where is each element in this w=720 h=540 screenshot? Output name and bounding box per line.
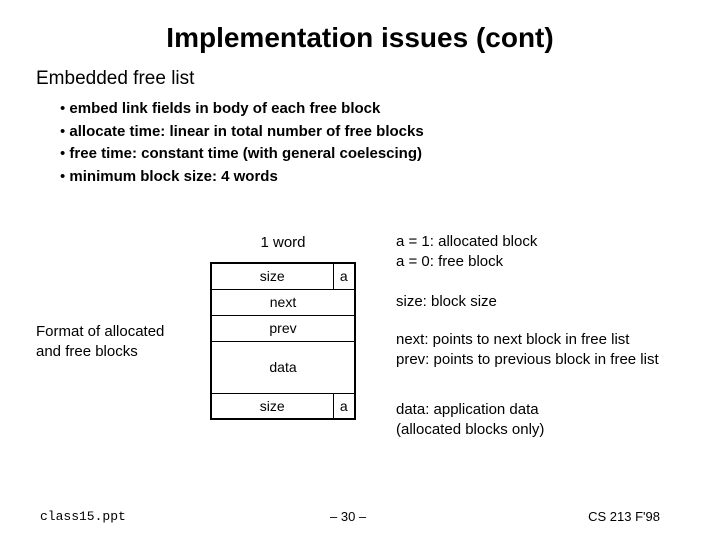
- prev-legend: prev: points to previous block in free l…: [396, 350, 659, 370]
- a-flag-legend: a = 1: allocated block a = 0: free block: [396, 232, 537, 273]
- data-legend: data: application data (allocated blocks…: [396, 400, 544, 441]
- next-prev-legend: next: points to next block in free list …: [396, 330, 659, 371]
- a-flag-legend-1: a = 1: allocated block: [396, 232, 537, 252]
- slide: Implementation issues (cont) Embedded fr…: [0, 0, 720, 540]
- data-cell: data: [211, 341, 355, 393]
- prev-cell: prev: [211, 315, 355, 341]
- footer-size-cell: size: [211, 393, 333, 419]
- footer-a-cell: a: [333, 393, 355, 419]
- footer-row: size a: [211, 393, 355, 419]
- header-size-cell: size: [211, 263, 333, 289]
- bullet-item: free time: constant time (with general c…: [60, 143, 720, 166]
- format-caption: Format of allocated and free blocks: [36, 322, 176, 363]
- data-legend-line2: (allocated blocks only): [396, 420, 544, 440]
- block-structure-table: size a next prev data size a: [210, 262, 356, 420]
- footer-page-number: – 30 –: [330, 509, 366, 524]
- bullet-item: minimum block size: 4 words: [60, 166, 720, 189]
- a-flag-legend-0: a = 0: free block: [396, 252, 537, 272]
- data-row: data: [211, 341, 355, 393]
- header-a-cell: a: [333, 263, 355, 289]
- size-legend: size: block size: [396, 292, 497, 312]
- bullet-item: allocate time: linear in total number of…: [60, 121, 720, 144]
- next-cell: next: [211, 289, 355, 315]
- header-row: size a: [211, 263, 355, 289]
- block-diagram: 1 word size a next prev data size a Form…: [0, 230, 720, 470]
- one-word-label: 1 word: [210, 234, 356, 251]
- bullet-list: embed link fields in body of each free b…: [60, 98, 720, 188]
- prev-row: prev: [211, 315, 355, 341]
- footer-course: CS 213 F'98: [588, 509, 660, 524]
- next-legend: next: points to next block in free list: [396, 330, 659, 350]
- slide-title: Implementation issues (cont): [0, 0, 720, 54]
- footer-filename: class15.ppt: [40, 509, 126, 524]
- bullet-item: embed link fields in body of each free b…: [60, 98, 720, 121]
- data-legend-line1: data: application data: [396, 400, 544, 420]
- next-row: next: [211, 289, 355, 315]
- slide-subtitle: Embedded free list: [36, 68, 720, 90]
